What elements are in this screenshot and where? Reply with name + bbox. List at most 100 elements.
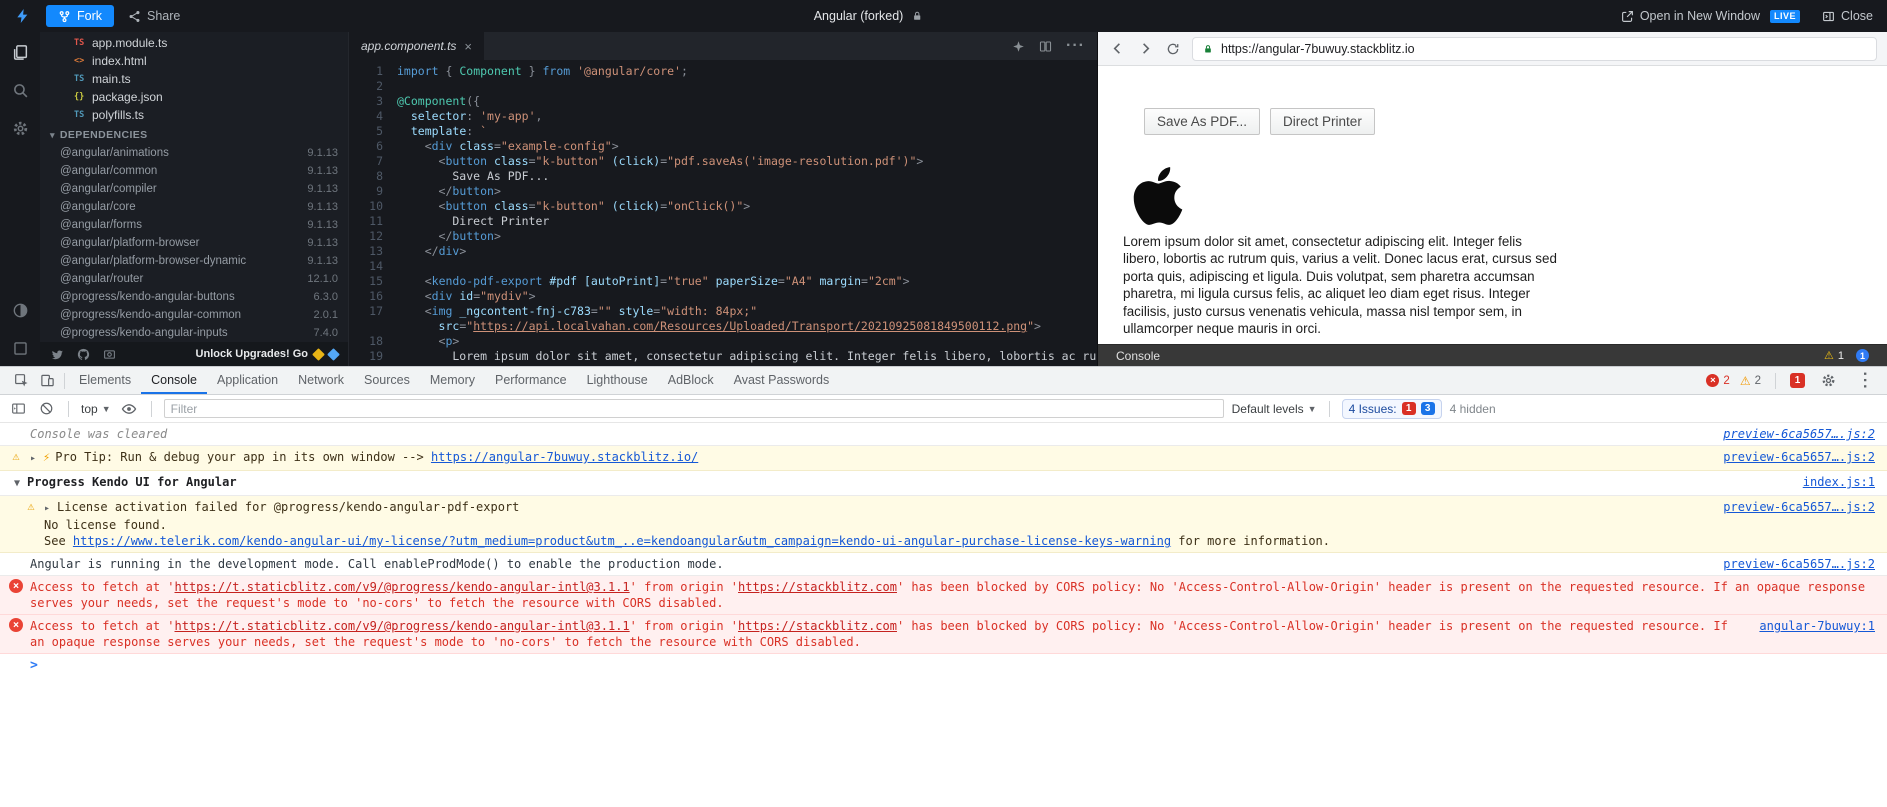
console-filter-input[interactable] <box>163 399 1224 418</box>
console-sidebar-icon[interactable] <box>8 399 28 419</box>
file-tree[interactable]: TS app.module.ts <> index.html TS main.ts {} pa… <box>40 32 348 342</box>
theme-contrast-icon[interactable] <box>10 300 30 320</box>
message-link[interactable]: https://angular-7buwuy.stackblitz.io/ <box>431 450 698 464</box>
refresh-icon[interactable] <box>1164 40 1182 58</box>
devtools-tab-application[interactable]: Application <box>207 367 288 394</box>
dependency-item[interactable]: @progress/kendo-angular-common 2.0.1 <box>40 306 348 324</box>
direct-printer-button[interactable]: Direct Printer <box>1270 108 1375 135</box>
issues-badge[interactable]: 1 <box>1790 373 1805 388</box>
github-icon[interactable] <box>76 347 90 361</box>
expand-arrow-icon[interactable]: ▸ <box>44 503 50 514</box>
back-icon[interactable] <box>1108 40 1126 58</box>
source-link[interactable]: preview-6ca5657….js:2 <box>1723 499 1875 515</box>
file-name: main.ts <box>92 72 131 86</box>
expand-arrow-icon[interactable]: ▸ <box>30 453 36 464</box>
dependency-item[interactable]: @angular/common 9.1.13 <box>40 162 348 180</box>
dependencies-header[interactable]: ▾ DEPENDENCIES <box>40 126 348 144</box>
settings-icon[interactable] <box>10 118 30 138</box>
dependency-version: 9.1.13 <box>307 165 338 177</box>
live-expression-eye-icon[interactable] <box>119 399 139 419</box>
file-item[interactable]: <> index.html <box>40 52 348 70</box>
execution-context-selector[interactable]: top ▼ <box>81 402 111 416</box>
fork-button[interactable]: Fork <box>46 5 114 27</box>
forward-icon[interactable] <box>1136 40 1154 58</box>
dependency-item[interactable]: @angular/core 9.1.13 <box>40 198 348 216</box>
source-link[interactable]: index.js:1 <box>1803 474 1875 490</box>
line-number: 13 <box>369 244 383 258</box>
dependency-item[interactable]: @angular/animations 9.1.13 <box>40 144 348 162</box>
message-link[interactable]: https://t.staticblitz.com/v9/@progress/k… <box>175 580 630 594</box>
devtools-tab-lighthouse[interactable]: Lighthouse <box>577 367 658 394</box>
console-error-count[interactable]: × 2 <box>1706 374 1730 387</box>
source-link[interactable]: preview-6ca5657….js:2 <box>1723 556 1875 572</box>
editor-more-icon[interactable]: ··· <box>1066 37 1085 55</box>
log-levels-dropdown[interactable]: Default levels ▼ <box>1232 402 1317 416</box>
devtools-tab-elements[interactable]: Elements <box>69 367 141 394</box>
dependency-item[interactable]: @angular/platform-browser 9.1.13 <box>40 234 348 252</box>
code-area[interactable]: 1 import { Component } from '@angular/cor… <box>349 60 1097 366</box>
console-warning-count[interactable]: ⚠ 2 <box>1740 374 1761 388</box>
devtools-tab-adblock[interactable]: AdBlock <box>658 367 724 394</box>
devtools-tab-console[interactable]: Console <box>141 367 207 394</box>
save-as-pdf-button[interactable]: Save As PDF... <box>1144 108 1261 135</box>
devtools-menu-icon[interactable]: ··· <box>1851 368 1877 394</box>
editor-tab-app-component[interactable]: app.component.ts × <box>349 32 484 60</box>
file-item[interactable]: TS main.ts <box>40 70 348 88</box>
file-item[interactable]: {} package.json <box>40 88 348 106</box>
dependency-version: 9.1.13 <box>307 255 338 267</box>
close-tab-icon[interactable]: × <box>464 39 472 54</box>
dependency-version: 9.1.13 <box>307 147 338 159</box>
message-link[interactable]: https://stackblitz.com <box>738 619 897 633</box>
line-number: 9 <box>376 184 383 198</box>
file-item[interactable]: TS app.module.ts <box>40 34 348 52</box>
clear-console-icon[interactable] <box>36 399 56 419</box>
address-bar[interactable]: https://angular-7buwuy.stackblitz.io <box>1192 36 1877 61</box>
search-icon[interactable] <box>10 80 30 100</box>
stackblitz-logo-icon[interactable] <box>14 7 32 25</box>
source-link[interactable]: preview-6ca5657….js:2 <box>1723 426 1875 442</box>
inspect-element-icon[interactable] <box>8 368 34 394</box>
dependency-name: @progress/kendo-angular-common <box>60 309 242 321</box>
dependency-item[interactable]: @angular/compiler 9.1.13 <box>40 180 348 198</box>
source-link[interactable]: angular-7buwuy:1 <box>1759 618 1875 634</box>
split-editor-icon[interactable] <box>1039 40 1052 53</box>
devtools-settings-icon[interactable] <box>1815 368 1841 394</box>
message-link[interactable]: https://stackblitz.com <box>738 580 897 594</box>
console-messages[interactable]: preview-6ca5657….js:2 Console was cleared… <box>0 423 1887 807</box>
message-link[interactable]: https://www.telerik.com/kendo-angular-ui… <box>73 534 1171 548</box>
close-preview-button[interactable]: Close <box>1822 9 1873 23</box>
device-toolbar-icon[interactable] <box>34 368 60 394</box>
code-text: </button> <box>438 229 501 243</box>
expand-arrow-icon[interactable]: ▼ <box>14 478 20 489</box>
file-item[interactable]: TS polyfills.ts <box>40 106 348 124</box>
dependency-item[interactable]: @progress/kendo-angular-inputs 7.4.0 <box>40 324 348 342</box>
line-number: 14 <box>369 259 383 273</box>
project-files-icon[interactable] <box>10 42 30 62</box>
lock-icon[interactable] <box>911 10 922 22</box>
dependency-item[interactable]: @angular/forms 9.1.13 <box>40 216 348 234</box>
devtools-tab-performance[interactable]: Performance <box>485 367 577 394</box>
dependency-item[interactable]: @progress/kendo-angular-buttons 6.3.0 <box>40 288 348 306</box>
dependency-item[interactable]: @angular/router 12.1.0 <box>40 270 348 288</box>
devtools-tab-sources[interactable]: Sources <box>354 367 420 394</box>
activity-bar <box>0 32 40 366</box>
devtools-tab-memory[interactable]: Memory <box>420 367 485 394</box>
unlock-upgrades-link[interactable]: Unlock Upgrades! Go <box>196 347 340 361</box>
twitter-icon[interactable] <box>50 347 64 361</box>
code-text: <img _ngcontent-fnj-c783="" style="width… <box>424 304 758 318</box>
dependency-item[interactable]: @angular/platform-browser-dynamic 9.1.13 <box>40 252 348 270</box>
format-code-icon[interactable] <box>1012 40 1025 53</box>
message-text: ▼ Progress Kendo UI for Angular <box>14 475 237 489</box>
close-label: Close <box>1841 9 1873 23</box>
devtools-tab-network[interactable]: Network <box>288 367 354 394</box>
open-new-window-button[interactable]: Open in New Window LIVE <box>1621 9 1801 23</box>
message-link[interactable]: https://t.staticblitz.com/v9/@progress/k… <box>175 619 630 633</box>
source-link[interactable]: preview-6ca5657….js:2 <box>1723 449 1875 465</box>
share-button[interactable]: Share <box>128 9 180 23</box>
issues-counter[interactable]: 4 Issues: 1 3 <box>1341 398 1442 419</box>
preview-console-strip[interactable]: Console ⚠ 1 1 <box>1098 344 1887 366</box>
screenshot-icon[interactable] <box>102 347 116 361</box>
line-number: 1 <box>376 64 383 78</box>
devtools-tab-avast-passwords[interactable]: Avast Passwords <box>724 367 840 394</box>
layout-frame-icon[interactable] <box>10 338 30 358</box>
